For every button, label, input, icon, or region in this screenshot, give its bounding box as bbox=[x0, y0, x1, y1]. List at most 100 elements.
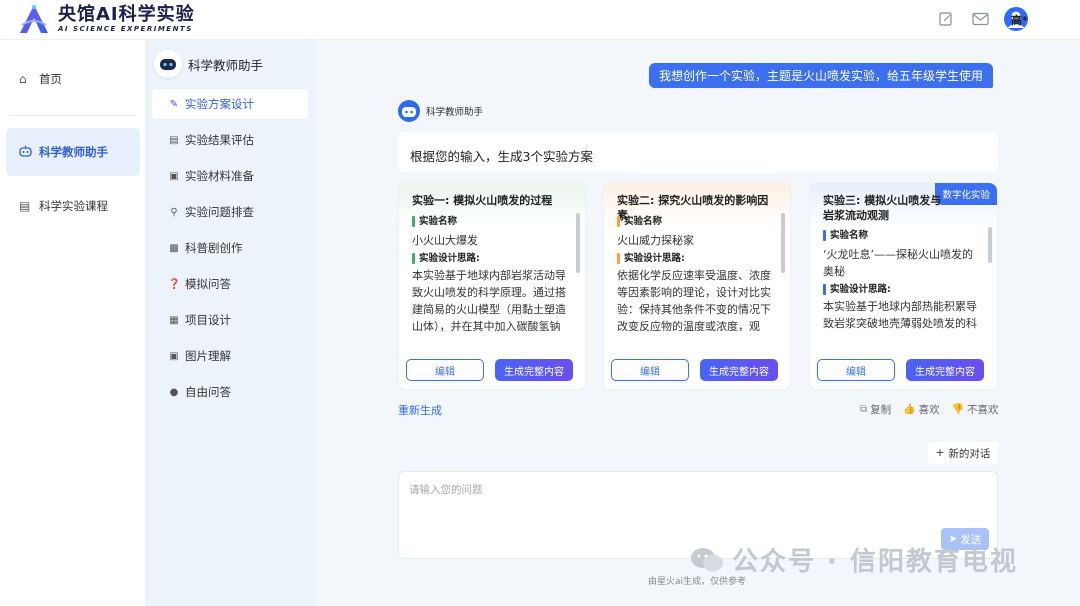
sidebar-item-troubleshooting[interactable]: ⚲ 实验问题排查 bbox=[152, 197, 308, 227]
sidebar-item-label: 科普剧创作 bbox=[185, 241, 243, 255]
card-scrollbar[interactable] bbox=[576, 213, 580, 273]
bot-reply: 根据您的输入，生成3个实验方案 bbox=[398, 132, 998, 172]
app-logo[interactable]: 央馆AI科学实验 AI SCIENCE EXPERIMENTS bbox=[16, 3, 195, 35]
section-label: 实验设计思路: bbox=[624, 253, 685, 264]
sidebar-item-label: 实验问题排查 bbox=[185, 205, 254, 219]
nav-divider bbox=[10, 115, 136, 116]
like-label: 喜欢 bbox=[918, 404, 940, 416]
nav-item-teacher-assistant[interactable]: 科学教师助手 bbox=[6, 128, 140, 176]
experiment-card: 数字化实验 实验三: 模拟火山喷发与岩浆流动观测 实验名称 ‘火龙吐息’——探秘… bbox=[809, 182, 998, 390]
section-label: 实验名称 bbox=[419, 216, 458, 227]
image-icon: ▣ bbox=[169, 350, 179, 362]
film-icon: ▩ bbox=[169, 242, 179, 254]
app-subtitle: AI SCIENCE EXPERIMENTS bbox=[58, 24, 193, 33]
thumbs-up-icon: 👍 bbox=[903, 404, 916, 415]
sidebar-item-label: 图片理解 bbox=[185, 349, 231, 363]
section-marker bbox=[412, 216, 415, 227]
robot-avatar-icon bbox=[154, 50, 182, 78]
experiment-name: 火山威力探秘家 bbox=[617, 234, 694, 247]
course-icon: ▤ bbox=[19, 199, 31, 213]
magnifier-icon: ⚲ bbox=[170, 206, 178, 218]
dislike-button[interactable]: 👎 不喜欢 bbox=[952, 402, 999, 417]
sidebar-title: 科学教师助手 bbox=[188, 57, 264, 73]
question-icon: ❓ bbox=[168, 278, 181, 290]
project-icon: ▦ bbox=[169, 314, 179, 326]
experiment-name: 小火山大爆发 bbox=[412, 234, 478, 247]
mail-icon[interactable] bbox=[970, 9, 990, 29]
assistant-sidebar: 科学教师助手 ✎ 实验方案设计 ▤ 实验结果评估 ▣ 实验材料准备 ⚲ 实验问题… bbox=[146, 40, 316, 606]
nav-label: 科学实验课程 bbox=[39, 199, 108, 213]
edit-icon[interactable] bbox=[936, 9, 956, 29]
left-nav: ⌂ 首页 科学教师助手 ▤ 科学实验课程 bbox=[0, 40, 146, 606]
new-chat-label: 新的对话 bbox=[948, 447, 991, 460]
card-scrollbar[interactable] bbox=[781, 213, 785, 273]
user-message: 我想创作一个实验，主题是火山喷发实验，给五年级学生使用 bbox=[649, 63, 994, 88]
sidebar-item-image-understanding[interactable]: ▣ 图片理解 bbox=[152, 341, 308, 371]
chat-panel: 我想创作一个实验，主题是火山喷发实验，给五年级学生使用 科学教师助手 根据您的输… bbox=[316, 40, 1080, 606]
generate-full-button[interactable]: 生成完整内容 bbox=[495, 359, 573, 381]
copy-icon: ⧉ bbox=[860, 404, 868, 415]
user-name[interactable]: 高* bbox=[1011, 12, 1028, 28]
watermark: 公众号 · 信阳教育电视 bbox=[690, 541, 1018, 578]
box-icon: ▣ bbox=[169, 170, 179, 182]
section-label: 实验名称 bbox=[624, 216, 663, 227]
section-label: 实验名称 bbox=[830, 230, 869, 241]
sidebar-item-result-evaluation[interactable]: ▤ 实验结果评估 bbox=[152, 125, 308, 155]
section-marker bbox=[823, 284, 826, 295]
home-icon: ⌂ bbox=[19, 72, 27, 86]
section-marker bbox=[412, 253, 415, 264]
like-button[interactable]: 👍 喜欢 bbox=[903, 402, 939, 417]
design-idea: 本实验基于地球内部热能积累导致岩浆突破地壳薄弱处喷发的科学原理。通过加热含有小苏… bbox=[823, 300, 977, 330]
card-scrollbar[interactable] bbox=[988, 227, 992, 263]
clipboard-icon: ▤ bbox=[169, 134, 179, 146]
sidebar-item-material-prep[interactable]: ▣ 实验材料准备 bbox=[152, 161, 308, 191]
new-chat-button[interactable]: + 新的对话 bbox=[928, 442, 998, 464]
card-body[interactable]: 实验名称 小火山大爆发 实验设计思路: 本实验基于地球内部岩浆活动导致火山喷发的… bbox=[412, 213, 570, 331]
design-idea: 依据化学反应速率受温度、浓度等因素影响的理论，设计对比实验：保持其他条件不变的情… bbox=[617, 269, 771, 331]
card-body[interactable]: 实验名称 ‘火龙吐息’——探秘火山喷发的奥秘 实验设计思路: 本实验基于地球内部… bbox=[823, 227, 981, 331]
copy-button[interactable]: ⧉ 复制 bbox=[860, 402, 891, 417]
sidebar-item-label: 自由问答 bbox=[185, 385, 231, 399]
sidebar-item-label: 实验方案设计 bbox=[185, 97, 254, 111]
section-marker bbox=[617, 253, 620, 264]
generate-full-button[interactable]: 生成完整内容 bbox=[700, 359, 778, 381]
sidebar-item-mock-qa[interactable]: ❓ 模拟问答 bbox=[152, 269, 308, 299]
experiment-card: 实验一: 模拟火山喷发的过程 实验名称 小火山大爆发 实验设计思路: 本实验基于… bbox=[398, 182, 586, 390]
edit-button[interactable]: 编辑 bbox=[406, 359, 484, 381]
top-header: 央馆AI科学实验 AI SCIENCE EXPERIMENTS 高* bbox=[0, 0, 1080, 40]
card-body[interactable]: 实验名称 火山威力探秘家 实验设计思路: 依据化学反应速率受温度、浓度等因素影响… bbox=[617, 213, 775, 331]
experiment-cards: 实验一: 模拟火山喷发的过程 实验名称 小火山大爆发 实验设计思路: 本实验基于… bbox=[398, 182, 998, 390]
generate-full-button[interactable]: 生成完整内容 bbox=[906, 359, 984, 381]
robot-icon bbox=[19, 145, 33, 160]
design-idea: 本实验基于地球内部岩浆活动导致火山喷发的科学原理。通过搭建简易的火山模型（用黏土… bbox=[412, 269, 566, 331]
sidebar-item-free-qa[interactable]: ● 自由问答 bbox=[152, 377, 308, 407]
sidebar-item-label: 模拟问答 bbox=[185, 277, 231, 291]
card-title: 实验一: 模拟火山喷发的过程 bbox=[412, 194, 553, 207]
sidebar-item-science-drama[interactable]: ▩ 科普剧创作 bbox=[152, 233, 308, 263]
section-label: 实验设计思路: bbox=[830, 284, 891, 295]
section-marker bbox=[823, 230, 826, 241]
section-label: 实验设计思路: bbox=[419, 253, 480, 264]
edit-button[interactable]: 编辑 bbox=[817, 359, 895, 381]
nav-item-home[interactable]: ⌂ 首页 bbox=[6, 55, 140, 103]
regenerate-link[interactable]: 重新生成 bbox=[398, 402, 442, 418]
pen-icon: ✎ bbox=[169, 98, 179, 110]
nav-item-courses[interactable]: ▤ 科学实验课程 bbox=[6, 182, 140, 230]
nav-label: 科学教师助手 bbox=[39, 145, 108, 159]
wechat-icon bbox=[691, 547, 723, 571]
sidebar-item-label: 实验材料准备 bbox=[185, 169, 254, 183]
sidebar-item-experiment-design[interactable]: ✎ 实验方案设计 bbox=[152, 89, 308, 119]
section-marker bbox=[617, 216, 620, 227]
experiment-name: ‘火龙吐息’——探秘火山喷发的奥秘 bbox=[823, 248, 973, 278]
digital-experiment-badge: 数字化实验 bbox=[935, 183, 997, 205]
bot-avatar-icon bbox=[398, 100, 420, 122]
experiment-card: 实验二: 探究火山喷发的影响因素 实验名称 火山威力探秘家 实验设计思路: 依据… bbox=[603, 182, 791, 390]
card-title: 实验三: 模拟火山喷发与岩浆流动观测 bbox=[823, 194, 942, 222]
dislike-label: 不喜欢 bbox=[967, 404, 999, 416]
app-title: 央馆AI科学实验 bbox=[58, 3, 195, 25]
edit-button[interactable]: 编辑 bbox=[611, 359, 689, 381]
sidebar-item-project-design[interactable]: ▦ 项目设计 bbox=[152, 305, 308, 335]
nav-label: 首页 bbox=[39, 72, 62, 86]
chat-icon: ● bbox=[169, 386, 179, 398]
copy-label: 复制 bbox=[870, 404, 892, 416]
